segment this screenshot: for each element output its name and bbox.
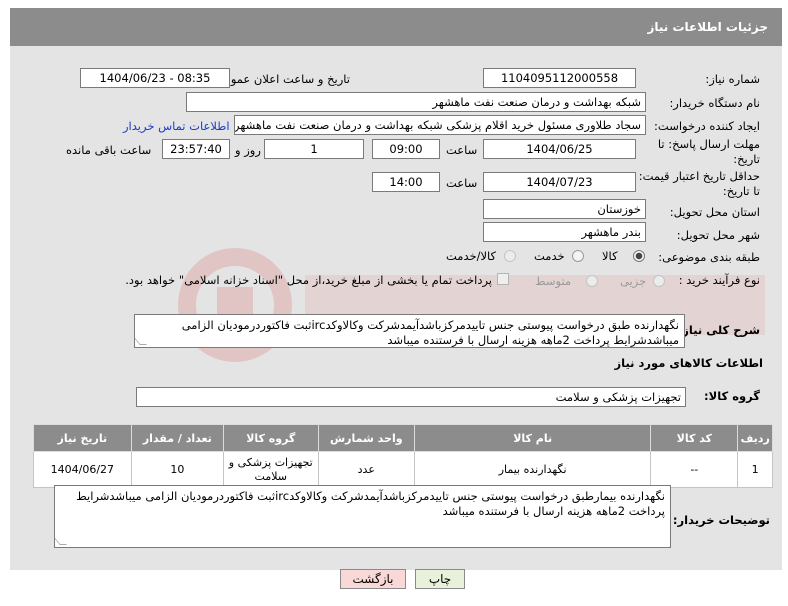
cell-row: 1	[737, 451, 773, 488]
page-title: جزئیات اطلاعات نیاز	[647, 20, 768, 34]
price-time-label: ساعت	[446, 176, 478, 190]
description-label: شرح کلی نیاز:	[677, 323, 760, 337]
creator-label: ایجاد کننده درخواست:	[654, 119, 760, 133]
col-group: گروه کالا	[223, 424, 319, 452]
resize-handle-icon[interactable]	[55, 538, 67, 545]
buyer-notes-text: نگهدارنده بیمارطبق درخواست پیوستی جنس تا…	[54, 485, 671, 548]
process-radio-medium[interactable]	[586, 275, 598, 287]
buyer-org-field: شبکه بهداشت و درمان صنعت نفت ماهشهر	[186, 92, 646, 112]
buyer-contact-link[interactable]: اطلاعات تماس خریدار	[123, 119, 230, 133]
cell-group: تجهیزات پزشکی و سلامت	[223, 451, 319, 488]
col-qty: تعداد / مقدار	[130, 424, 225, 452]
goods-group-field: تجهیزات پزشکی و سلامت	[136, 387, 686, 407]
reply-time-label: ساعت	[446, 143, 478, 157]
process-option-minor: جزیی	[620, 274, 647, 288]
reply-date-field: 1404/06/25	[483, 139, 636, 159]
buyer-org-label: نام دستگاه خریدار:	[669, 96, 760, 110]
need-number-field: 1104095112000558	[483, 68, 636, 88]
cell-unit: عدد	[317, 451, 416, 488]
city-label: شهر محل تحویل:	[676, 228, 760, 242]
cell-name: نگهدارنده بیمار	[414, 451, 652, 488]
category-option-goods: کالا	[602, 249, 618, 263]
remaining-days-label: روز و	[235, 143, 261, 157]
reply-deadline-label-date: تاریخ:	[733, 152, 760, 166]
resize-handle-icon[interactable]	[135, 338, 147, 345]
creator-field: سجاد طلاوری مسئول خرید اقلام پزشکی شبکه …	[234, 115, 646, 135]
description-text: نگهدارنده طبق درخواست پیوستی جنس تاییدمر…	[134, 314, 685, 348]
category-radio-both[interactable]	[504, 250, 516, 262]
page-header: جزئیات اطلاعات نیاز	[10, 8, 782, 46]
price-time-field: 14:00	[372, 172, 440, 192]
city-field: بندر ماهشهر	[483, 222, 646, 242]
table-row: 1 -- نگهدارنده بیمار عدد تجهیزات پزشکی و…	[33, 451, 773, 488]
col-row: ردیف	[737, 424, 773, 452]
category-option-both: کالا/خدمت	[446, 249, 497, 263]
reply-time-field: 09:00	[372, 139, 440, 159]
treasury-payment-note: پرداخت تمام یا بخشی از مبلغ خرید،از محل …	[125, 273, 492, 287]
category-label: طبقه بندی موضوعی:	[658, 250, 760, 264]
print-button[interactable]: چاپ	[415, 569, 465, 589]
items-table: ردیف کد کالا نام کالا واحد شمارش گروه کا…	[33, 424, 773, 488]
province-label: استان محل تحویل:	[669, 205, 760, 219]
treasury-payment-checkbox[interactable]	[497, 273, 509, 285]
reply-deadline-label: مهلت ارسال پاسخ: تا	[657, 137, 760, 151]
goods-group-label: گروه کالا:	[704, 389, 760, 403]
announce-datetime-field: 1404/06/23 - 08:35	[80, 68, 230, 88]
remaining-time-label: ساعت باقی مانده	[66, 143, 152, 157]
category-radio-service[interactable]	[572, 250, 584, 262]
back-button[interactable]: بازگشت	[340, 569, 406, 589]
col-code: کد کالا	[650, 424, 739, 452]
process-radio-minor[interactable]	[653, 275, 665, 287]
category-option-service: خدمت	[534, 249, 565, 263]
items-table-header: ردیف کد کالا نام کالا واحد شمارش گروه کا…	[33, 424, 773, 452]
category-radio-goods[interactable]	[633, 250, 645, 262]
col-unit: واحد شمارش	[317, 424, 416, 452]
remaining-time-field: 23:57:40	[162, 139, 230, 159]
remaining-days-field: 1	[264, 139, 364, 159]
announce-datetime-label: تاریخ و ساعت اعلان عمومی:	[211, 72, 350, 86]
col-name: نام کالا	[414, 424, 652, 452]
buyer-notes-label: توضیحات خریدار:	[672, 513, 770, 527]
process-type-label: نوع فرآیند خرید :	[678, 273, 760, 287]
price-validity-label: حداقل تاریخ اعتبار قیمت:	[638, 169, 760, 183]
price-date-field: 1404/07/23	[483, 172, 636, 192]
cell-qty: 10	[130, 451, 225, 488]
cell-code: --	[650, 451, 739, 488]
price-validity-label-date: تا تاریخ:	[722, 184, 760, 198]
items-section-title: اطلاعات کالاهای مورد نیاز	[614, 356, 763, 370]
cell-date: 1404/06/27	[33, 451, 132, 488]
province-field: خوزستان	[483, 199, 646, 219]
col-date: تاریخ نیاز	[33, 424, 132, 452]
process-option-medium: متوسط	[535, 274, 572, 288]
need-number-label: شماره نیاز:	[705, 72, 760, 86]
